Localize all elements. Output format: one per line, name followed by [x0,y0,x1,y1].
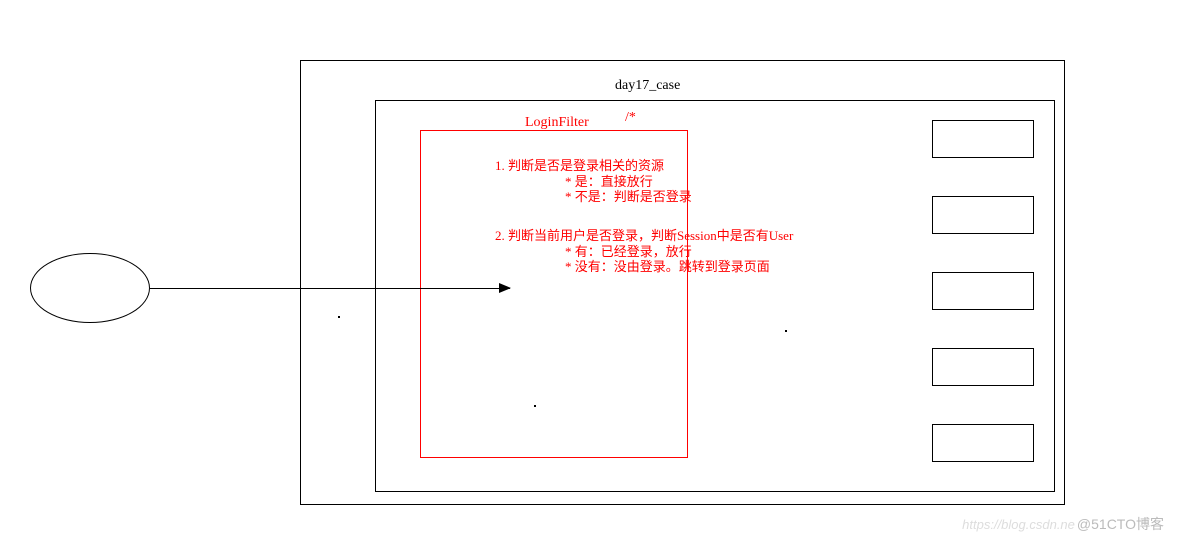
slash-star-label: /* [625,110,636,126]
resource-rect [932,424,1034,462]
resource-rect [932,272,1034,310]
section-2-title: 2. 判断当前用户是否登录，判断Session中是否有User [495,228,793,244]
resource-rect [932,348,1034,386]
resource-rect [932,196,1034,234]
client-ellipse [30,253,150,323]
section-1-line2: * 不是：判断是否登录 [495,189,692,205]
dot [338,316,340,318]
watermark-csdn: https://blog.csdn.ne [962,517,1075,532]
section-2: 2. 判断当前用户是否登录，判断Session中是否有User * 有：已经登录… [495,228,793,275]
watermark: https://blog.csdn.ne@51CTO博客 [962,514,1164,534]
section-2-line1: * 有：已经登录，放行 [495,244,793,260]
section-2-line2: * 没有：没由登录。跳转到登录页面 [495,259,793,275]
resource-stack [932,120,1034,462]
dot [785,330,787,332]
section-1: 1. 判断是否是登录相关的资源 * 是：直接放行 * 不是：判断是否登录 [495,158,692,205]
login-filter-label: LoginFilter [525,115,589,131]
section-1-line1: * 是：直接放行 [495,174,692,190]
dot [534,405,536,407]
outer-label: day17_case [615,78,680,94]
request-arrow [150,288,510,289]
resource-rect [932,120,1034,158]
watermark-cto: @51CTO博客 [1077,516,1164,532]
section-1-title: 1. 判断是否是登录相关的资源 [495,158,692,174]
